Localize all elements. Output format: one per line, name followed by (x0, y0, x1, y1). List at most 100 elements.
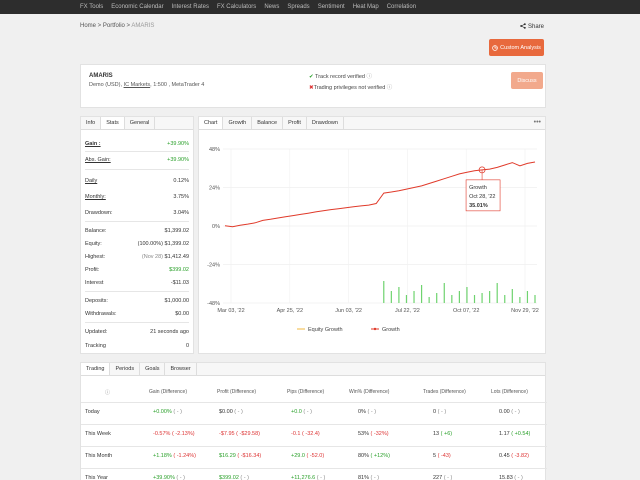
stat-updated: Updated: 21 seconds ago (85, 329, 189, 335)
breadcrumb-portfolio[interactable]: Portfolio (103, 23, 125, 29)
volume-bar (481, 293, 483, 303)
volume-bar (466, 287, 468, 303)
portfolio-page: Home > Portfolio > AMARIS Share Custom A… (80, 14, 547, 480)
period-lots: 15.83 ( - ) (499, 475, 523, 480)
volume-bar (428, 297, 430, 303)
stat-equity: Equity: (100.00%) $1,399.02 (85, 241, 189, 247)
nav-interest-rates[interactable]: Interest Rates (172, 4, 209, 10)
volume-bar (390, 291, 392, 303)
growth-chart: 48% 24% 0% -24% -48% Mar 03, '22 Apr 25, '22 J… (207, 147, 539, 333)
period-label: This Week (85, 431, 111, 437)
period-label: This Year (85, 475, 108, 480)
more-options-icon[interactable]: ••• (534, 119, 541, 126)
tab-growth[interactable]: Growth (223, 117, 253, 129)
stat-daily: Daily 0.12% (85, 178, 189, 184)
tab-general[interactable]: General (125, 117, 156, 129)
stat-withdrawals: Withdrawals: $0.00 (85, 311, 189, 317)
volume-bar (436, 293, 438, 303)
volume-bar (511, 289, 513, 303)
x-tick-label: Nov 29, '22 (511, 308, 539, 314)
custom-analysis-button[interactable]: Custom Analysis (489, 39, 544, 56)
volume-bar (519, 297, 521, 303)
x-tick-label: Mar 03, '22 (217, 308, 244, 314)
tab-info[interactable]: Info (81, 117, 102, 129)
breadcrumb: Home > Portfolio > AMARIS (80, 23, 155, 29)
volume-bar (526, 291, 529, 303)
nav-spreads[interactable]: Spreads (287, 4, 309, 10)
tab-chart[interactable]: Chart (199, 117, 224, 129)
periods-panel: Trading Periods Goals Browser ⓘ Gain (Di… (80, 362, 547, 480)
tab-stats[interactable]: Stats (101, 117, 125, 129)
chart-panel: Chart Growth Balance Profit Drawdown •••… (198, 116, 546, 354)
nav-fx-tools[interactable]: FX Tools (80, 4, 103, 10)
stat-monthly: Monthly: 3.75% (85, 194, 189, 200)
volume-bar (398, 287, 400, 303)
stats-panel: Info Stats General Gain : +39.90% Abs. Ga… (80, 116, 194, 354)
period-profit: -$7.95 ( -$29.58) (219, 431, 260, 437)
share-label: Share (527, 24, 544, 30)
volume-bar (458, 291, 460, 303)
breadcrumb-current: AMARIS (131, 23, 155, 29)
period-label: This Month (85, 453, 113, 459)
nav-economic-calendar[interactable]: Economic Calendar (111, 4, 163, 10)
breadcrumb-home[interactable]: Home (80, 23, 96, 29)
track-record-status: ✔ Track record verified ⓘ (309, 74, 373, 80)
volume-bar (451, 295, 453, 303)
volume-bar (496, 283, 498, 303)
share-button[interactable]: Share (520, 23, 544, 30)
stat-profit: Profit: $399.02 (85, 267, 189, 273)
stats-tabs: Info Stats General (81, 117, 193, 130)
period-gain: +39.90% ( - ) (153, 475, 185, 480)
check-icon: ✔ (309, 74, 314, 80)
period-win: 80% ( +12%) (358, 453, 390, 459)
tab-balance[interactable]: Balance (252, 117, 284, 129)
x-tick-label: Oct 07, '22 (453, 308, 479, 314)
info-icon[interactable]: ⓘ (387, 85, 393, 91)
custom-analysis-label: Custom Analysis (500, 44, 541, 51)
stat-gain: Gain : +39.90% (85, 141, 189, 147)
tab-periods[interactable]: Periods (110, 363, 141, 375)
info-icon[interactable]: ⓘ (105, 389, 110, 396)
stat-tracking: Tracking 0 (85, 343, 189, 349)
y-tick-label: 48% (209, 147, 220, 153)
info-icon[interactable]: ⓘ (367, 74, 373, 80)
period-gain: +1.18% ( -1.24%) (153, 453, 196, 459)
stat-highest: Highest: (Nov 28) $1,412.49 (85, 254, 189, 260)
nav-heat-map[interactable]: Heat Map (353, 4, 379, 10)
period-trades: 0 ( - ) (433, 409, 447, 415)
account-details: Demo (USD), IC Markets, 1:500 , MetaTrad… (89, 82, 205, 88)
tooltip-date: Oct 28, '22 (469, 194, 495, 200)
y-tick-label: -24% (207, 263, 220, 269)
tab-drawdown[interactable]: Drawdown (307, 117, 344, 129)
volume-bar (489, 291, 491, 303)
stat-deposits: Deposits: $1,000.00 (85, 298, 189, 304)
period-label: Today (85, 409, 100, 415)
volume-bar (534, 295, 536, 303)
period-pips: +11,276.6 ( - ) (291, 475, 326, 480)
nav-news[interactable]: News (264, 4, 279, 10)
legend-equity-growth[interactable]: Equity Growth (308, 327, 343, 333)
volume-bar (405, 295, 408, 303)
analysis-icon (492, 44, 498, 51)
broker-link[interactable]: IC Markets (124, 82, 151, 88)
tab-browser[interactable]: Browser (165, 363, 197, 375)
legend-growth[interactable]: Growth (382, 327, 400, 333)
period-win: 53% ( -32%) (358, 431, 389, 437)
stat-interest: Interest -$11.03 (85, 280, 189, 286)
tab-goals[interactable]: Goals (140, 363, 166, 375)
period-trades: 5 ( -43) (433, 453, 451, 459)
nav-sentiment[interactable]: Sentiment (318, 4, 345, 10)
period-profit: $0.00 ( - ) (219, 409, 243, 415)
trading-privileges-status: ✖Trading privileges not verified ⓘ (309, 85, 393, 91)
tab-trading[interactable]: Trading (81, 363, 111, 375)
nav-fx-calculators[interactable]: FX Calculators (217, 4, 256, 10)
x-tick-label: Jul 22, '22 (395, 308, 420, 314)
period-gain: -0.57% ( -2.13%) (153, 431, 195, 437)
nav-correlation[interactable]: Correlation (387, 4, 416, 10)
period-trades: 227 ( - ) (433, 475, 453, 480)
chart-tabs: Chart Growth Balance Profit Drawdown (199, 117, 545, 130)
period-gain: +0.00% ( - ) (153, 409, 182, 415)
tab-profit[interactable]: Profit (283, 117, 307, 129)
discuss-button[interactable]: Discuss (511, 72, 543, 89)
stat-balance: Balance: $1,399.02 (85, 228, 189, 234)
